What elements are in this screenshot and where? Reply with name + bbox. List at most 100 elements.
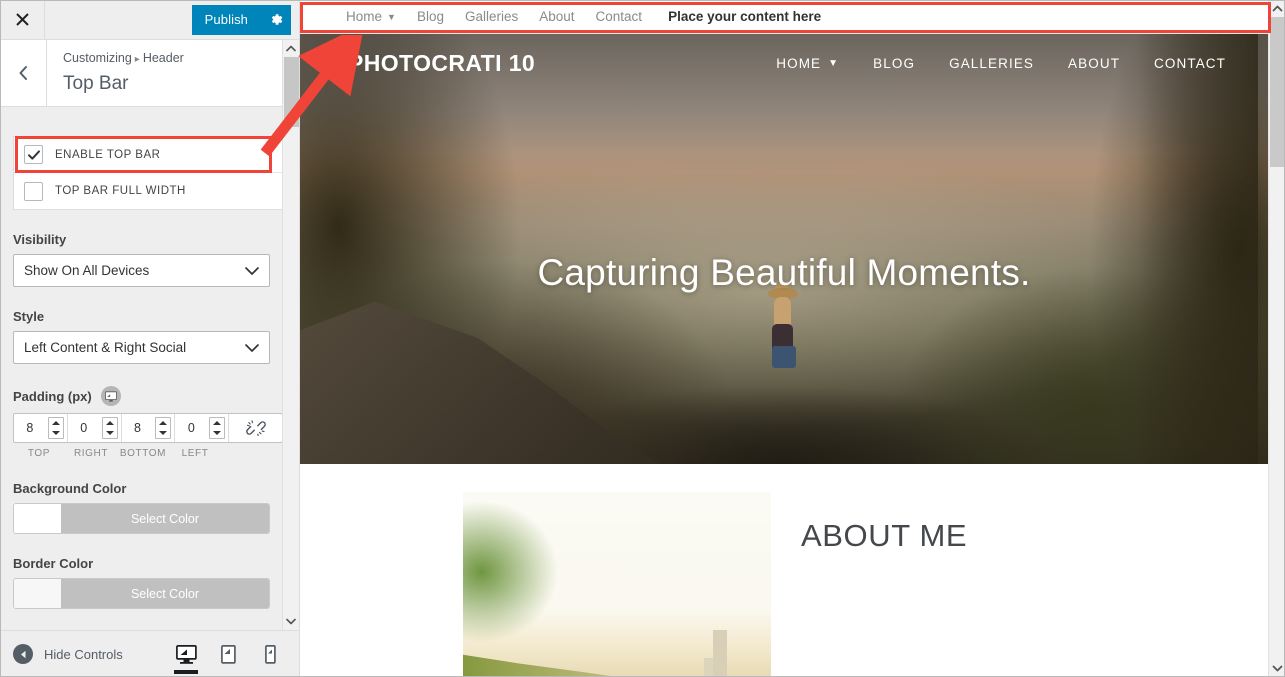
topbar-link-galleries[interactable]: Galleries xyxy=(465,9,518,24)
chevron-down-icon xyxy=(245,266,259,275)
border-color-swatch xyxy=(14,579,61,608)
hide-controls-button[interactable]: Hide Controls xyxy=(13,644,123,664)
nav-link-galleries[interactable]: GALLERIES xyxy=(949,56,1034,71)
publish-button[interactable]: Publish xyxy=(191,4,261,35)
style-label: Style xyxy=(13,309,45,324)
device-tablet-button[interactable] xyxy=(207,631,249,677)
padding-left-stepper[interactable] xyxy=(209,417,226,439)
site-header: PHOTOCRATI 10 HOME ▼ BLOG GALLERIES ABOU… xyxy=(300,34,1268,92)
background-color-swatch xyxy=(14,504,61,533)
border-select-color-button[interactable]: Select Color xyxy=(61,579,269,608)
customizer-panel-header: Customizing ▸ Header Top Bar xyxy=(0,40,299,107)
site-logo[interactable]: PHOTOCRATI 10 xyxy=(348,50,535,77)
chevron-down-icon xyxy=(1272,665,1282,672)
publish-settings-button[interactable] xyxy=(261,4,291,35)
padding-top-cell[interactable]: 8 xyxy=(14,414,68,442)
site-preview: Home ▼ Blog Galleries About Contact Plac… xyxy=(300,0,1268,677)
enable-top-bar-checkbox[interactable] xyxy=(24,145,43,164)
padding-legend: TOP RIGHT BOTTOM LEFT xyxy=(13,448,283,459)
page-title: Top Bar xyxy=(63,73,129,94)
desktop-icon xyxy=(104,390,117,402)
padding-top-value[interactable]: 8 xyxy=(14,421,48,435)
triangle-left-icon xyxy=(20,650,25,658)
padding-right-cell[interactable]: 0 xyxy=(68,414,122,442)
gear-icon xyxy=(271,14,282,25)
background-color-picker[interactable]: Select Color xyxy=(13,503,270,534)
customizer-controls: ENABLE TOP BAR TOP BAR FULL WIDTH Visibi… xyxy=(0,108,299,630)
device-preview-switcher xyxy=(165,631,299,677)
tablet-icon xyxy=(220,644,236,664)
close-customizer-button[interactable] xyxy=(0,0,45,39)
padding-legend-left: LEFT xyxy=(181,448,209,459)
back-button[interactable] xyxy=(0,40,47,106)
chevron-up-icon xyxy=(286,45,296,52)
hide-controls-label: Hide Controls xyxy=(44,646,123,662)
about-heading: ABOUT ME xyxy=(801,518,968,553)
padding-link-toggle[interactable] xyxy=(229,414,282,442)
padding-inputs: 8 0 8 0 xyxy=(13,413,283,443)
hero-section: PHOTOCRATI 10 HOME ▼ BLOG GALLERIES ABOU… xyxy=(300,34,1268,464)
sidebar-scrollbar[interactable] xyxy=(282,40,299,630)
padding-top-stepper[interactable] xyxy=(47,417,64,439)
window-scroll-up-button[interactable] xyxy=(1269,0,1285,17)
padding-bottom-cell[interactable]: 8 xyxy=(122,414,176,442)
padding-legend-spacer xyxy=(221,448,283,459)
chevron-down-icon: ▼ xyxy=(387,11,396,22)
top-bar-full-width-checkbox[interactable] xyxy=(24,181,43,201)
chevron-up-icon xyxy=(1272,5,1282,12)
site-top-bar: Home ▼ Blog Galleries About Contact Plac… xyxy=(300,0,1268,34)
customizer-toolbar: Publish xyxy=(0,0,299,40)
padding-legend-right: RIGHT xyxy=(73,448,109,459)
desktop-icon xyxy=(175,644,197,664)
window-scrollbar-thumb[interactable] xyxy=(1270,17,1285,167)
nav-link-home[interactable]: HOME ▼ xyxy=(776,56,839,71)
main-navigation: HOME ▼ BLOG GALLERIES ABOUT CONTACT xyxy=(742,56,1226,71)
window-scroll-down-button[interactable] xyxy=(1269,660,1285,677)
checkbox-row-top-bar-full-width[interactable]: TOP BAR FULL WIDTH xyxy=(14,173,285,209)
border-color-picker[interactable]: Select Color xyxy=(13,578,270,609)
padding-bottom-stepper[interactable] xyxy=(155,417,172,439)
sidebar-scroll-down-button[interactable] xyxy=(283,613,299,630)
padding-right-stepper[interactable] xyxy=(101,417,118,439)
chevron-down-icon: ▼ xyxy=(828,57,840,69)
chevron-left-icon xyxy=(19,66,27,80)
visibility-value: Show On All Devices xyxy=(24,263,150,278)
window-scrollbar[interactable] xyxy=(1268,0,1285,677)
chevron-down-icon xyxy=(245,343,259,352)
app-root: Publish Customizing ▸ Header Top Bar ENA… xyxy=(0,0,1285,677)
nav-link-blog[interactable]: BLOG xyxy=(873,56,915,71)
topbar-link-home-label: Home xyxy=(346,9,383,24)
padding-right-value[interactable]: 0 xyxy=(68,421,102,435)
visibility-select[interactable]: Show On All Devices xyxy=(13,254,270,287)
topbar-link-about[interactable]: About xyxy=(539,9,574,24)
style-select[interactable]: Left Content & Right Social xyxy=(13,331,270,364)
nav-link-contact[interactable]: CONTACT xyxy=(1154,56,1226,71)
topbar-link-blog[interactable]: Blog xyxy=(417,9,444,24)
padding-bottom-value[interactable]: 8 xyxy=(122,421,156,435)
padding-device-icon-button[interactable] xyxy=(100,386,121,406)
breadcrumb-separator: ▸ xyxy=(134,54,140,65)
checkbox-row-enable-top-bar[interactable]: ENABLE TOP BAR xyxy=(14,137,285,173)
about-inner: ABOUT ME xyxy=(300,492,1268,677)
device-desktop-button[interactable] xyxy=(165,631,207,677)
hero-heading: Capturing Beautiful Moments. xyxy=(537,252,1031,293)
enable-top-bar-label: ENABLE TOP BAR xyxy=(55,148,161,161)
nav-link-about[interactable]: ABOUT xyxy=(1068,56,1120,71)
panel-titles: Customizing ▸ Header Top Bar xyxy=(47,40,184,106)
nav-link-home-label: HOME xyxy=(776,55,822,71)
padding-label: Padding (px) xyxy=(13,386,286,406)
topbar-link-contact[interactable]: Contact xyxy=(596,9,643,24)
border-color-label: Border Color xyxy=(13,556,94,571)
sidebar-scrollbar-thumb[interactable] xyxy=(284,57,299,127)
sidebar-scroll-up-button[interactable] xyxy=(283,40,299,57)
topbar-link-home[interactable]: Home ▼ xyxy=(346,9,396,24)
top-bar-checkbox-group: ENABLE TOP BAR TOP BAR FULL WIDTH xyxy=(13,136,286,210)
device-mobile-button[interactable] xyxy=(249,631,291,677)
publish-group: Publish xyxy=(191,0,299,39)
padding-left-cell[interactable]: 0 xyxy=(175,414,230,442)
background-select-color-button[interactable]: Select Color xyxy=(61,504,269,533)
padding-legend-top: TOP xyxy=(27,448,51,459)
padding-left-value[interactable]: 0 xyxy=(175,421,209,435)
hero-tree-foreground xyxy=(1138,34,1258,464)
